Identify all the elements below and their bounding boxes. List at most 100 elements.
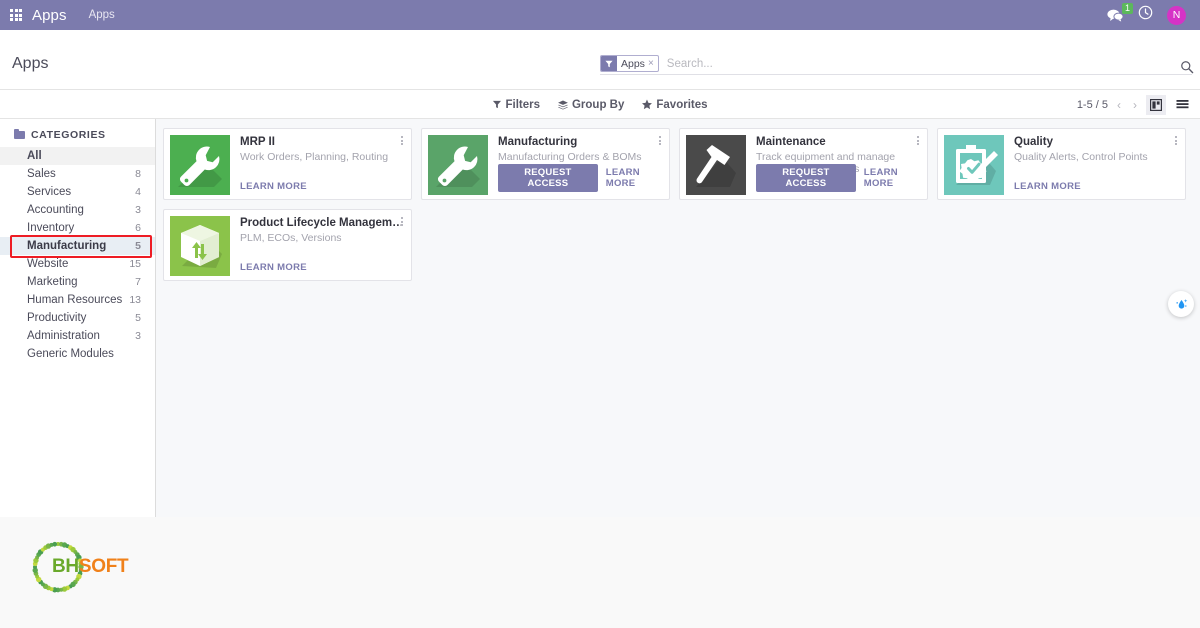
search-icon[interactable] [1180, 60, 1194, 77]
pager-and-views: 1-5 / 5 ‹ › [1077, 90, 1192, 119]
sidebar-item-accounting[interactable]: Accounting 3 [0, 201, 155, 219]
sidebar-item-count: 5 [135, 312, 141, 324]
messages-badge: 1 [1121, 2, 1133, 14]
pager-previous-button[interactable]: ‹ [1114, 98, 1124, 112]
messages-menu[interactable]: 1 [1107, 2, 1133, 22]
sidebar-item-label: Generic Modules [27, 348, 114, 360]
app-summary: Quality Alerts, Control Points [1014, 151, 1148, 163]
sidebar-item-count: 4 [135, 186, 141, 198]
sidebar-item-productivity[interactable]: Productivity 5 [0, 309, 155, 327]
app-card-actions: LEARN MORE [240, 262, 307, 273]
sidebar-item-services[interactable]: Services 4 [0, 183, 155, 201]
app-card[interactable]: Quality Quality Alerts, Control Points LEA… [937, 128, 1186, 200]
request-access-button[interactable]: REQUEST ACCESS [756, 164, 856, 192]
favorites-menu[interactable]: Favorites [641, 98, 708, 111]
filter-bar-menus: Filters Group By Favorites [492, 90, 708, 119]
app-card[interactable]: Product Lifecycle Management ... PLM, ECO… [163, 209, 412, 281]
filters-label: Filters [505, 98, 540, 111]
sidebar-item-count: 13 [129, 294, 141, 306]
logo-primary-text: BH [52, 556, 79, 577]
app-name: Quality [1014, 136, 1053, 148]
control-panel: Apps Apps × [0, 30, 1200, 90]
favorites-label: Favorites [656, 98, 708, 111]
filters-menu[interactable]: Filters [492, 99, 540, 111]
kebab-menu-icon[interactable] [399, 134, 405, 147]
help-widget-button[interactable] [1168, 291, 1194, 317]
sidebar-item-inventory[interactable]: Inventory 6 [0, 219, 155, 237]
learn-more-link[interactable]: LEARN MORE [1014, 181, 1081, 192]
app-card-body: MRP II Work Orders, Planning, Routing LEAR… [230, 129, 411, 199]
apps-kanban-area: MRP II Work Orders, Planning, Routing LEAR… [156, 119, 1200, 517]
wrench-green-icon [170, 135, 230, 195]
app-card-actions: LEARN MORE [1014, 181, 1081, 192]
sidebar-item-website[interactable]: Website 15 [0, 255, 155, 273]
sidebar-item-manufacturing[interactable]: Manufacturing 5 [0, 237, 155, 255]
sidebar-item-label: Services [27, 186, 72, 198]
group-by-menu[interactable]: Group By [557, 99, 624, 111]
kebab-menu-icon[interactable] [657, 134, 663, 147]
sidebar-item-count: 6 [135, 222, 141, 234]
top-navbar: Apps Apps 1 N [0, 0, 1200, 30]
sidebar-item-label: Manufacturing [27, 240, 107, 252]
apps-grid-icon[interactable] [10, 9, 22, 21]
pager-value: 1-5 / 5 [1076, 98, 1108, 111]
app-summary: PLM, ECOs, Versions [240, 232, 342, 244]
sidebar-item-generic-modules[interactable]: Generic Modules [0, 345, 155, 363]
app-card[interactable]: Manufacturing Manufacturing Orders & BOMs… [421, 128, 670, 200]
learn-more-link[interactable]: LEARN MORE [864, 167, 927, 189]
categories-list: All Sales 8 Services 4 Accounting 3 Inventory 6 M… [0, 147, 155, 363]
app-card-body: Quality Quality Alerts, Control Points LEA… [1004, 129, 1185, 199]
app-card-actions: REQUEST ACCESS LEARN MORE [756, 164, 927, 192]
filter-funnel-icon [601, 56, 617, 71]
folder-icon [14, 128, 25, 139]
filter-bar: Filters Group By Favorites 1-5 / 5 ‹ › [0, 90, 1200, 119]
learn-more-link[interactable]: LEARN MORE [240, 262, 307, 273]
box-arrows-icon [170, 216, 230, 276]
user-avatar[interactable]: N [1167, 5, 1186, 25]
search-facet-apps[interactable]: Apps × [600, 55, 659, 72]
search-input[interactable] [666, 57, 1192, 70]
app-card-body: MaintenanceTrack equipment and manage ma… [746, 129, 927, 199]
learn-more-link[interactable]: LEARN MORE [606, 167, 669, 189]
app-icon [686, 135, 746, 195]
kebab-menu-icon[interactable] [399, 215, 405, 228]
wrench-green-icon [428, 135, 488, 195]
sidebar-item-administration[interactable]: Administration 3 [0, 327, 155, 345]
sidebar-item-count: 7 [135, 276, 141, 288]
kanban-view-button[interactable] [1146, 94, 1166, 115]
navbar-right-actions: 1 N [1107, 2, 1192, 25]
pager-next-button[interactable]: › [1130, 98, 1140, 112]
list-view-button[interactable] [1172, 95, 1192, 115]
app-card-body: Product Lifecycle Management ... PLM, ECO… [230, 210, 411, 280]
sidebar-item-marketing[interactable]: Marketing 7 [0, 273, 155, 291]
app-icon [944, 135, 1004, 195]
sidebar-item-all[interactable]: All [0, 147, 155, 165]
sidebar-item-label: Website [27, 258, 69, 270]
logo-secondary-text: SOFT [78, 556, 129, 577]
navbar-brand[interactable]: Apps [32, 7, 67, 24]
search-view: Apps × [600, 53, 1192, 75]
sidebar-item-human-resources[interactable]: Human Resources 13 [0, 291, 155, 309]
page-body: CATEGORIES All Sales 8 Services 4 Accounting 3… [0, 119, 1200, 517]
app-icon [170, 216, 230, 276]
close-icon[interactable]: × [648, 58, 658, 69]
kanban-view-icon [1150, 98, 1162, 111]
sidebar-item-count: 15 [129, 258, 141, 270]
breadcrumb[interactable]: Apps [89, 9, 115, 21]
sidebar-item-count: 8 [135, 168, 141, 180]
sidebar-item-label: Sales [27, 168, 56, 180]
app-icon [428, 135, 488, 195]
kebab-menu-icon[interactable] [915, 134, 921, 147]
learn-more-link[interactable]: LEARN MORE [240, 181, 307, 192]
sidebar-item-sales[interactable]: Sales 8 [0, 165, 155, 183]
request-access-button[interactable]: REQUEST ACCESS [498, 164, 598, 192]
sidebar-item-count: 5 [135, 240, 141, 252]
app-card-actions: REQUEST ACCESS LEARN MORE [498, 164, 669, 192]
app-summary: Work Orders, Planning, Routing [240, 151, 389, 163]
app-card[interactable]: MRP II Work Orders, Planning, Routing LEAR… [163, 128, 412, 200]
sidebar-item-count: 3 [135, 204, 141, 216]
categories-header-label: CATEGORIES [31, 129, 106, 141]
activity-menu[interactable] [1138, 5, 1153, 25]
kebab-menu-icon[interactable] [1173, 134, 1179, 147]
app-card[interactable]: MaintenanceTrack equipment and manage ma… [679, 128, 928, 200]
